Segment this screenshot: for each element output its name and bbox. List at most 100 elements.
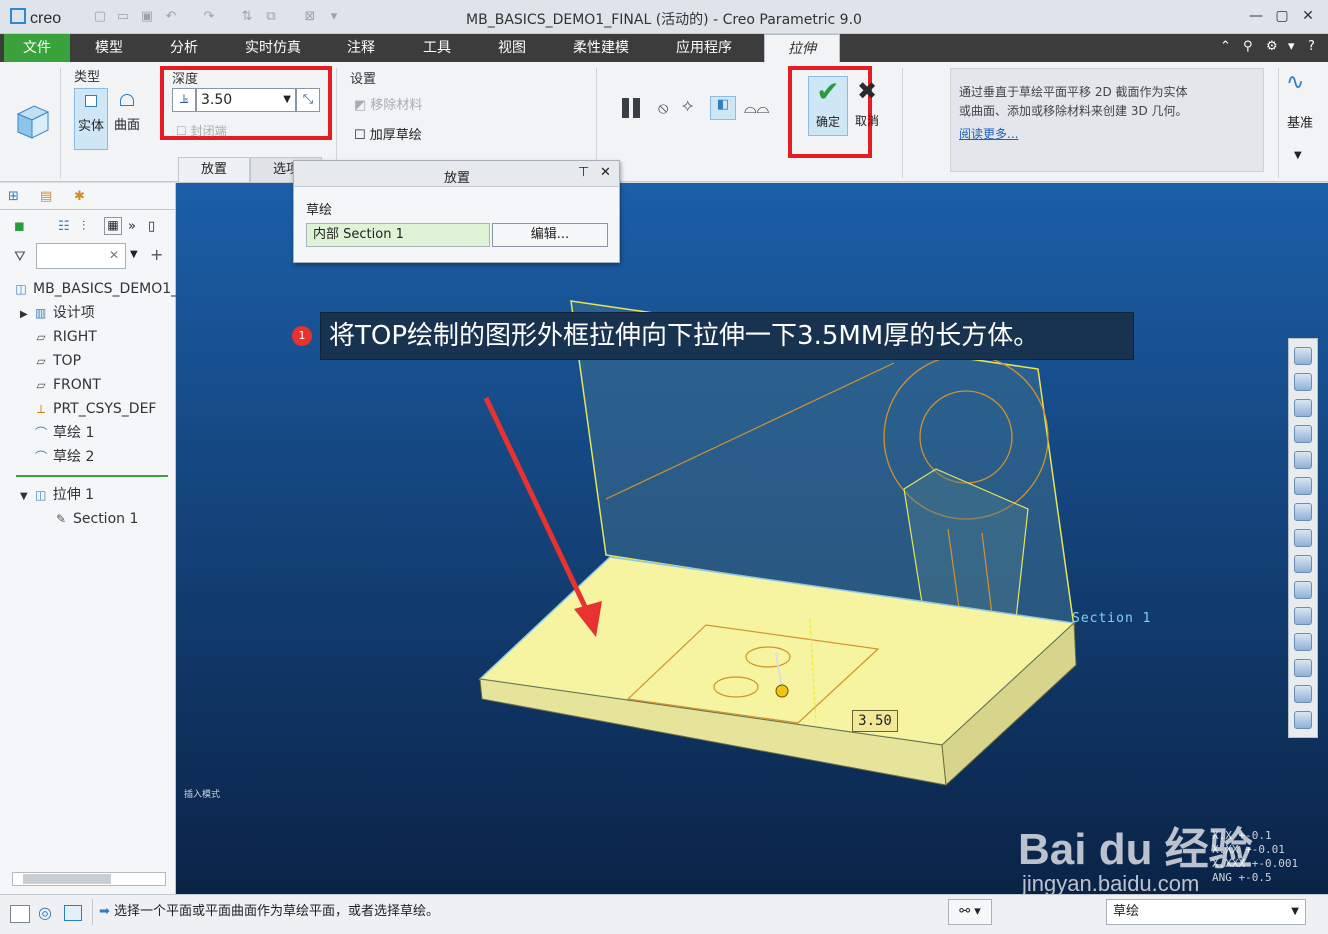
datum-label[interactable]: 基准 (1287, 112, 1313, 131)
tree-item-extrude-1[interactable]: ▼ ◫ 拉伸 1 (20, 483, 94, 507)
preview-geometry-icon[interactable]: ⟡ (682, 96, 693, 116)
tab-flexible-modeling[interactable]: 柔性建模 (558, 34, 644, 62)
tree-search-input[interactable]: ✕ (36, 243, 126, 269)
watermark-brand: Bai du 经验 (1018, 825, 1253, 874)
orient-icon[interactable] (1294, 451, 1312, 469)
add-filter-icon[interactable]: + (150, 245, 163, 264)
repaint-icon[interactable] (1294, 425, 1312, 443)
perspective-icon[interactable] (1294, 555, 1312, 573)
pin-icon[interactable]: ⊤ (578, 165, 589, 180)
datum-icon[interactable]: ∿ (1286, 70, 1304, 95)
display-style-icon[interactable] (1294, 503, 1312, 521)
depth-value-input[interactable]: 3.50 ▼ (196, 88, 296, 112)
refit-icon[interactable] (1294, 347, 1312, 365)
tree-item-sketch-2[interactable]: ⌒ 草绘 2 (34, 445, 94, 469)
pause-display-icon[interactable] (1294, 685, 1312, 703)
no-preview-icon[interactable]: ⦸ (658, 98, 668, 118)
model-display-icon[interactable]: ◼ (14, 219, 25, 234)
tab-view[interactable]: 视图 (482, 34, 542, 62)
tab-analysis[interactable]: 分析 (154, 34, 214, 62)
search-dropdown-icon[interactable]: ▼ (130, 249, 138, 260)
cancel-button[interactable]: ✖ 取消 (852, 76, 882, 136)
tab-tools[interactable]: 工具 (406, 34, 468, 62)
tree-settings-icon[interactable]: ▦ (104, 217, 122, 235)
tab-extrude[interactable]: 拉伸 (764, 34, 840, 62)
remove-material-toggle: ◩ 移除材料 (354, 98, 423, 113)
datum-plane-icon: ▱ (36, 354, 46, 368)
read-more-link[interactable]: 阅读更多... (959, 125, 1255, 144)
selection-filter[interactable]: 草绘 ▼ (1106, 899, 1306, 925)
tree-columns-icon[interactable]: ⫶ (82, 219, 85, 234)
tab-model[interactable]: 模型 (78, 34, 140, 62)
folder-browser-icon[interactable]: ▤ (40, 189, 52, 204)
document-icon[interactable]: ▯ (148, 219, 155, 234)
tree-horizontal-scrollbar[interactable] (12, 872, 166, 886)
sketch-icon: ⌒ (34, 450, 47, 464)
tab-annotate[interactable]: 注释 (330, 34, 392, 62)
section-selector[interactable]: 内部 Section 1 (306, 223, 490, 247)
browser-icon[interactable]: ◎ (38, 903, 52, 922)
filter-dropdown-icon[interactable]: ▼ (1291, 900, 1299, 924)
edit-button[interactable]: 编辑... (492, 223, 608, 247)
datum-dropdown-icon[interactable]: ▼ (1294, 150, 1302, 161)
help-panel: 通过垂直于草绘平面平移 2D 截面作为实体或曲面、添加或移除材料来创建 3D 几… (950, 68, 1264, 172)
spin-center-icon[interactable] (1294, 633, 1312, 651)
tree-item-section-1[interactable]: ✎ Section 1 (54, 507, 138, 531)
search-icon[interactable]: ⚲ (1243, 39, 1253, 54)
tree-item-design-items[interactable]: ▶ ▥ 设计项 (20, 301, 95, 325)
expand-icon[interactable]: ▶ (20, 309, 28, 320)
subtab-placement[interactable]: 放置 (178, 157, 250, 183)
graphics-viewport[interactable]: 3.50 Section 1 1 将TOP绘制的图形外框拉伸向下拉伸一下3.5M… (176, 183, 1328, 894)
fullscreen-icon[interactable] (64, 905, 82, 921)
tree-item-top[interactable]: ▱ TOP (34, 349, 81, 373)
scrollbar-thumb[interactable] (23, 874, 111, 884)
filter-icon[interactable]: ⛛ (14, 249, 26, 265)
dropdown-icon[interactable]: ▾ (1288, 39, 1295, 54)
feature-preview-icon[interactable]: ◧ (710, 96, 736, 120)
datum-display-icon[interactable] (1294, 581, 1312, 599)
tab-applications[interactable]: 应用程序 (660, 34, 748, 62)
view-manager-icon[interactable] (1294, 529, 1312, 547)
maximize-icon[interactable]: ▢ (1272, 8, 1292, 26)
tree-item-right[interactable]: ▱ RIGHT (34, 325, 96, 349)
csys-display-icon[interactable] (1294, 659, 1312, 677)
collapse-ribbon-icon[interactable]: ⌃ (1220, 39, 1231, 54)
verify-mode-icon[interactable]: ⌓⌓ (744, 98, 769, 118)
tab-file[interactable]: 文件 (4, 34, 70, 62)
tab-live-simulation[interactable]: 实时仿真 (232, 34, 314, 62)
hide-icon[interactable] (1294, 711, 1312, 729)
toggle-tree-icon[interactable] (10, 905, 30, 923)
minimize-icon[interactable]: — (1246, 8, 1266, 26)
tree-filter-icon[interactable]: ☷ (58, 219, 70, 234)
tree-item-csys[interactable]: ⟂ PRT_CSYS_DEF (34, 397, 157, 421)
surface-button[interactable]: 曲面 (110, 88, 144, 150)
more-options-icon[interactable]: » (128, 219, 136, 234)
depth-option-icon[interactable]: ⫡ (172, 88, 196, 112)
solid-button[interactable]: 实体 (74, 88, 108, 150)
thicken-sketch-checkbox[interactable]: ☐ 加厚草绘 (354, 124, 422, 143)
model-tree-tab-icon[interactable]: ⊞ (8, 189, 19, 204)
tree-item-front[interactable]: ▱ FRONT (34, 373, 100, 397)
find-icon[interactable]: ⚯ ▾ (948, 899, 992, 925)
pause-icon[interactable] (620, 96, 644, 120)
clear-search-icon[interactable]: ✕ (109, 248, 119, 262)
tree-root[interactable]: ◫ MB_BASICS_DEMO1_ (14, 277, 178, 301)
ok-button[interactable]: ✔ 确定 (808, 76, 848, 136)
annotation-display-icon[interactable] (1294, 607, 1312, 625)
tree-item-sketch-1[interactable]: ⌒ 草绘 1 (34, 421, 94, 445)
collapse-icon[interactable]: ▼ (20, 491, 28, 502)
close-popup-icon[interactable]: ✕ (600, 165, 611, 180)
insert-here-marker[interactable] (16, 475, 168, 477)
flip-direction-icon[interactable]: ⤡ (296, 88, 320, 112)
close-icon[interactable]: ✕ (1298, 8, 1318, 26)
depth-dimension[interactable]: 3.50 (852, 710, 898, 732)
saved-views-icon[interactable] (1294, 477, 1312, 495)
window-title: MB_BASICS_DEMO1_FINAL (活动的) - Creo Param… (466, 12, 862, 28)
insert-mode-label: 插入模式 (184, 790, 221, 800)
favorites-icon[interactable]: ✱ (74, 189, 85, 204)
zoom-in-icon[interactable] (1294, 373, 1312, 391)
settings-icon[interactable]: ⚙ (1266, 39, 1278, 54)
zoom-out-icon[interactable] (1294, 399, 1312, 417)
help-icon[interactable]: ? (1308, 39, 1315, 54)
depth-dropdown-icon[interactable]: ▼ (283, 89, 291, 111)
